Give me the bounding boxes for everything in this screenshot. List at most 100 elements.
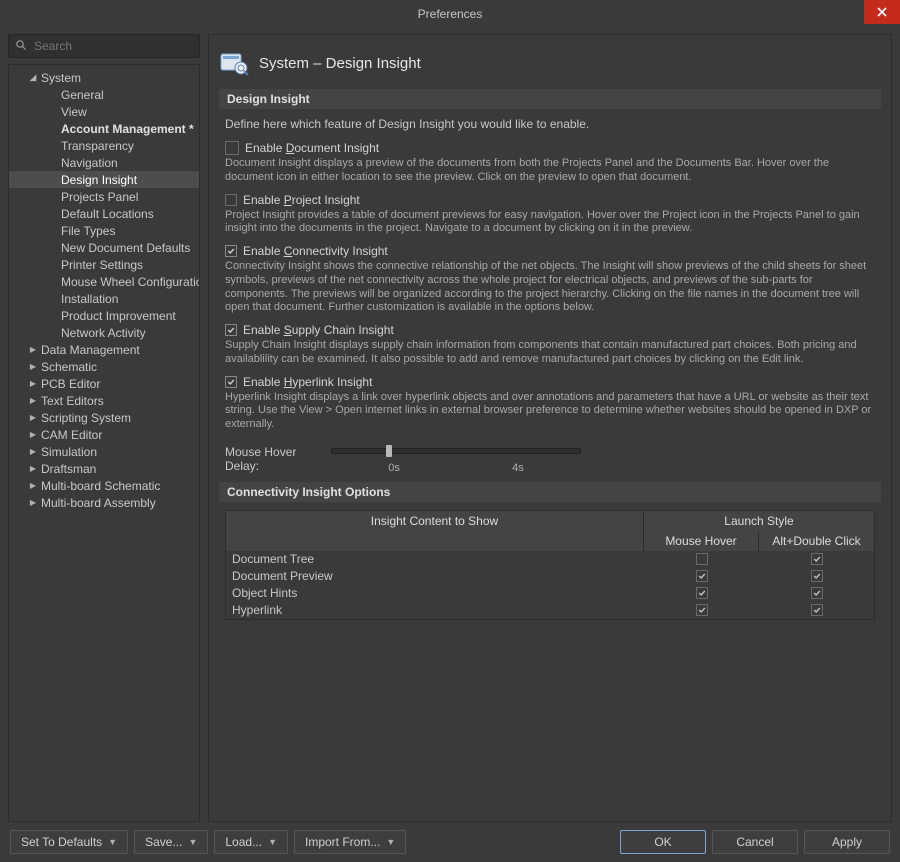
chevron-down-icon: ▼ — [268, 837, 277, 847]
tree-leaf[interactable]: Mouse Wheel Configuration — [9, 273, 199, 290]
tree-node[interactable]: ▶Text Editors — [9, 392, 199, 409]
sidebar: ◢System GeneralView Account Management * Tr… — [8, 34, 200, 822]
option-supply-checkbox[interactable] — [225, 324, 237, 336]
tree-node-label: CAM Editor — [39, 428, 102, 442]
tree-leaf-label: Account Management * — [59, 122, 194, 136]
page-icon — [219, 48, 249, 78]
row-alt-checkbox[interactable] — [811, 553, 823, 565]
hover-delay-row: Mouse Hover Delay: . 0s 4s . — [225, 444, 875, 474]
section-design-insight-body: Define here which feature of Design Insi… — [219, 117, 881, 482]
search-input[interactable] — [32, 38, 193, 54]
tree-leaf[interactable]: Transparency — [9, 137, 199, 154]
apply-button[interactable]: Apply — [804, 830, 890, 854]
slider-max-label: 4s — [512, 462, 524, 474]
tree-leaf[interactable]: General — [9, 86, 199, 103]
tree-leaf[interactable]: Default Locations — [9, 205, 199, 222]
tree-node-label: Data Management — [39, 343, 140, 357]
tree-leaf[interactable]: Account Management * — [9, 120, 199, 137]
tree-leaf[interactable]: New Document Defaults — [9, 239, 199, 256]
tree-leaf[interactable]: Design Insight — [9, 171, 199, 188]
tree-node[interactable]: ▶Data Management — [9, 341, 199, 358]
option-hyper-label[interactable]: Enable Hyperlink Insight — [225, 375, 875, 389]
preferences-window: Preferences ◢System GeneralView Account Ma… — [0, 0, 900, 862]
intro-text: Define here which feature of Design Insi… — [225, 117, 875, 131]
row-alt-checkbox[interactable] — [811, 587, 823, 599]
tree-leaf[interactable]: Network Activity — [9, 324, 199, 341]
save-button[interactable]: Save... ▼ — [134, 830, 208, 854]
tree-node[interactable]: ▶Simulation — [9, 443, 199, 460]
option-conn: Enable Connectivity InsightConnectivity … — [225, 244, 875, 315]
tree-node[interactable]: ▶Multi-board Assembly — [9, 494, 199, 511]
col-header-hover: Mouse Hover — [644, 531, 759, 551]
row-hover-checkbox[interactable] — [696, 553, 708, 565]
tree-leaf[interactable]: Product Improvement — [9, 307, 199, 324]
tree-leaf-label: Design Insight — [59, 173, 137, 187]
option-proj-checkbox[interactable] — [225, 194, 237, 206]
tree-leaf[interactable]: Printer Settings — [9, 256, 199, 273]
row-hover-checkbox[interactable] — [696, 587, 708, 599]
close-button[interactable] — [864, 0, 900, 24]
tree-node[interactable]: ▶PCB Editor — [9, 375, 199, 392]
option-supply-label[interactable]: Enable Supply Chain Insight — [225, 323, 875, 337]
search-box[interactable] — [8, 34, 200, 58]
tree-node-label: Simulation — [39, 445, 97, 459]
row-label: Document Preview — [226, 569, 644, 583]
tree-node[interactable]: ▶Schematic — [9, 358, 199, 375]
import-from-button[interactable]: Import From... ▼ — [294, 830, 406, 854]
page-title: System – Design Insight — [259, 55, 421, 72]
chevron-right-icon: ▶ — [27, 362, 39, 371]
option-doc-checkbox[interactable] — [225, 141, 239, 155]
tree-node-label: Scripting System — [39, 411, 131, 425]
tree-node[interactable]: ▶Draftsman — [9, 460, 199, 477]
main-panel: System – Design Insight Design Insight D… — [208, 34, 892, 822]
table-body: Document TreeDocument PreviewObject Hint… — [226, 551, 874, 619]
titlebar: Preferences — [0, 0, 900, 28]
set-to-defaults-button[interactable]: Set To Defaults ▼ — [10, 830, 128, 854]
option-proj-label[interactable]: Enable Project Insight — [225, 193, 875, 207]
row-alt-checkbox[interactable] — [811, 604, 823, 616]
tree-leaf[interactable]: Installation — [9, 290, 199, 307]
cancel-button[interactable]: Cancel — [712, 830, 798, 854]
tree-node[interactable]: ▶Multi-board Schematic — [9, 477, 199, 494]
tree-leaf-label: Network Activity — [59, 326, 146, 340]
tree-node-label: System — [39, 71, 81, 85]
option-conn-checkbox[interactable] — [225, 245, 237, 257]
ok-button[interactable]: OK — [620, 830, 706, 854]
chevron-right-icon: ▶ — [27, 396, 39, 405]
tree-node-label: Multi-board Assembly — [39, 496, 156, 510]
connectivity-options-table: Insight Content to Show Launch Style Mou… — [225, 510, 875, 620]
row-hover-checkbox[interactable] — [696, 570, 708, 582]
tree-node[interactable]: ▶Scripting System — [9, 409, 199, 426]
option-hyper-checkbox[interactable] — [225, 376, 237, 388]
tree-leaf-label: Default Locations — [59, 207, 154, 221]
chevron-right-icon: ▶ — [27, 379, 39, 388]
tree-leaf[interactable]: Navigation — [9, 154, 199, 171]
hover-delay-slider-wrap: . 0s 4s . — [331, 444, 581, 474]
hover-delay-slider[interactable] — [331, 444, 581, 458]
nav-tree[interactable]: ◢System GeneralView Account Management * Tr… — [8, 64, 200, 822]
tree-leaf-label: General — [59, 88, 104, 102]
tree-leaf-label: Transparency — [59, 139, 134, 153]
load-button[interactable]: Load... ▼ — [214, 830, 288, 854]
row-hover-checkbox[interactable] — [696, 604, 708, 616]
option-doc-label[interactable]: Enable Document Insight — [225, 141, 875, 155]
table-header-row-1: Insight Content to Show Launch Style — [226, 511, 874, 531]
slider-scale: . 0s 4s . — [331, 462, 581, 474]
tree-node[interactable]: ◢System — [9, 69, 199, 86]
option-supply: Enable Supply Chain InsightSupply Chain … — [225, 323, 875, 367]
option-conn-label[interactable]: Enable Connectivity Insight — [225, 244, 875, 258]
slider-min-label-real: 0s — [388, 462, 400, 474]
row-label: Hyperlink — [226, 603, 644, 617]
tree-leaf-label: Navigation — [59, 156, 118, 170]
chevron-down-icon: ▼ — [108, 837, 117, 847]
tree-leaf[interactable]: Projects Panel — [9, 188, 199, 205]
tree-node[interactable]: ▶CAM Editor — [9, 426, 199, 443]
tree-leaf-label: New Document Defaults — [59, 241, 190, 255]
section-design-insight-header: Design Insight — [219, 89, 881, 109]
slider-thumb[interactable] — [386, 445, 392, 457]
tree-leaf[interactable]: File Types — [9, 222, 199, 239]
chevron-down-icon: ▼ — [188, 837, 197, 847]
option-doc: Enable Document InsightDocument Insight … — [225, 141, 875, 185]
tree-leaf[interactable]: View — [9, 103, 199, 120]
row-alt-checkbox[interactable] — [811, 570, 823, 582]
